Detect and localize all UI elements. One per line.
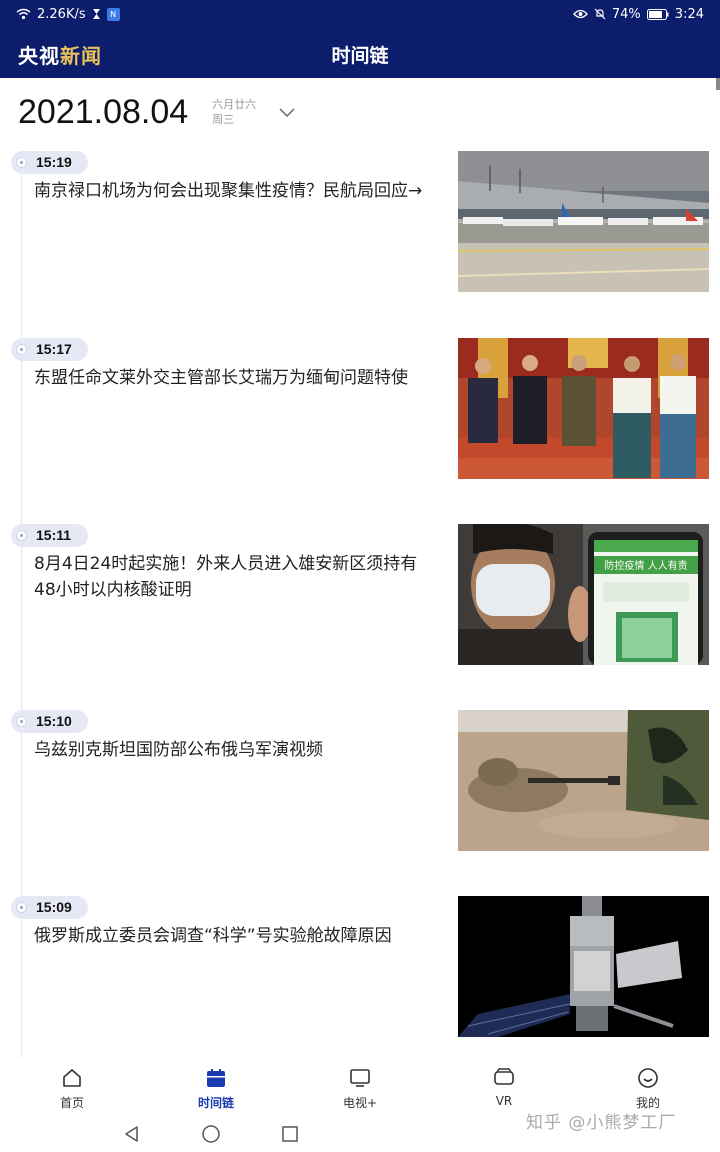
officials-group-photo[interactable] bbox=[458, 338, 709, 479]
network-speed: 2.26K/s bbox=[37, 6, 86, 22]
date-main: 2021.08.04 bbox=[18, 92, 189, 131]
tv-icon bbox=[348, 1066, 372, 1090]
timeline-dot bbox=[16, 530, 27, 541]
home-circle-icon[interactable] bbox=[199, 1122, 223, 1146]
timeline-dot bbox=[16, 157, 27, 168]
page-title: 时间链 bbox=[331, 45, 389, 67]
time-text: 15:11 bbox=[36, 527, 72, 543]
timeline-dot bbox=[16, 902, 27, 913]
battery-percent: 74% bbox=[611, 6, 641, 22]
time-badge: 15:17 bbox=[11, 338, 88, 361]
timeline-dot bbox=[16, 344, 27, 355]
nfc-icon: N bbox=[106, 7, 120, 21]
news-item[interactable]: 15:10 乌兹别克斯坦国防部公布俄乌军演视频 bbox=[0, 709, 720, 859]
status-bar: 2.26K/s N 74% 3:24 bbox=[0, 0, 720, 28]
date-selector[interactable]: 2021.08.04 六月廿六 周三 bbox=[18, 92, 296, 132]
home-icon bbox=[60, 1066, 84, 1090]
date-side: 六月廿六 周三 bbox=[212, 97, 256, 127]
time-text: 15:19 bbox=[36, 154, 72, 170]
time-text: 15:10 bbox=[36, 713, 72, 729]
news-title[interactable]: 东盟任命文莱外交主管部长艾瑞万为缅甸问题特使 bbox=[34, 365, 438, 391]
masked-man-health-code-photo[interactable]: 防控疫情 人人有责 bbox=[458, 524, 709, 665]
news-item[interactable]: 15:09 俄罗斯成立委员会调查“科学”号实验舱故障原因 bbox=[0, 895, 720, 1045]
tab-label: 电视+ bbox=[342, 1096, 378, 1110]
news-item[interactable]: 15:11 8月4日24时起实施！外来人员进入雄安新区须持有48小时以内核酸证明… bbox=[0, 523, 720, 673]
time-text: 15:09 bbox=[36, 899, 72, 915]
vr-icon bbox=[492, 1066, 516, 1090]
tab-timeline[interactable]: 时间链 bbox=[171, 1066, 261, 1116]
time-badge: 15:19 bbox=[11, 151, 88, 174]
tab-tv[interactable]: 电视+ bbox=[315, 1066, 405, 1116]
battery-icon bbox=[646, 8, 669, 20]
timeline-dot bbox=[16, 716, 27, 727]
mute-bell-icon bbox=[594, 8, 606, 20]
eye-icon bbox=[573, 9, 588, 19]
health-code-banner-text: 防控疫情 人人有责 bbox=[604, 559, 687, 572]
scrollbar[interactable] bbox=[716, 78, 720, 90]
tab-label: 时间链 bbox=[197, 1096, 234, 1110]
news-title[interactable]: 俄罗斯成立委员会调查“科学”号实验舱故障原因 bbox=[34, 923, 438, 949]
time-badge: 15:11 bbox=[11, 524, 88, 547]
time-badge: 15:09 bbox=[11, 896, 88, 919]
watermark: 知乎 @小熊梦工厂 bbox=[526, 1113, 677, 1133]
smile-icon bbox=[636, 1066, 660, 1090]
tab-home[interactable]: 首页 bbox=[27, 1066, 117, 1116]
airport-photo[interactable] bbox=[458, 151, 709, 292]
news-item[interactable]: 15:19 南京禄口机场为何会出现聚集性疫情？民航局回应→ bbox=[0, 150, 720, 300]
recents-icon[interactable] bbox=[278, 1122, 302, 1146]
time-text: 15:17 bbox=[36, 341, 72, 357]
wifi-icon bbox=[16, 8, 31, 20]
space-module-photo[interactable] bbox=[458, 896, 709, 1037]
weekday: 周三 bbox=[212, 113, 235, 126]
hourglass-icon bbox=[92, 8, 101, 20]
tab-label: 首页 bbox=[59, 1096, 84, 1110]
clock: 3:24 bbox=[674, 6, 704, 22]
news-title[interactable]: 乌兹别克斯坦国防部公布俄乌军演视频 bbox=[34, 737, 438, 763]
time-badge: 15:10 bbox=[11, 710, 88, 733]
app-header: 央视新闻 时间链 bbox=[0, 28, 720, 78]
military-exercise-photo[interactable] bbox=[458, 710, 709, 851]
tab-label: VR bbox=[495, 1094, 513, 1108]
lunar-date: 六月廿六 bbox=[212, 98, 257, 111]
calendar-icon bbox=[204, 1066, 228, 1090]
chevron-down-icon[interactable] bbox=[278, 103, 296, 121]
news-title[interactable]: 南京禄口机场为何会出现聚集性疫情？民航局回应→ bbox=[34, 178, 438, 204]
news-item[interactable]: 15:17 东盟任命文莱外交主管部长艾瑞万为缅甸问题特使 bbox=[0, 337, 720, 487]
back-icon[interactable] bbox=[120, 1122, 144, 1146]
news-title[interactable]: 8月4日24时起实施！外来人员进入雄安新区须持有48小时以内核酸证明 bbox=[34, 551, 438, 603]
